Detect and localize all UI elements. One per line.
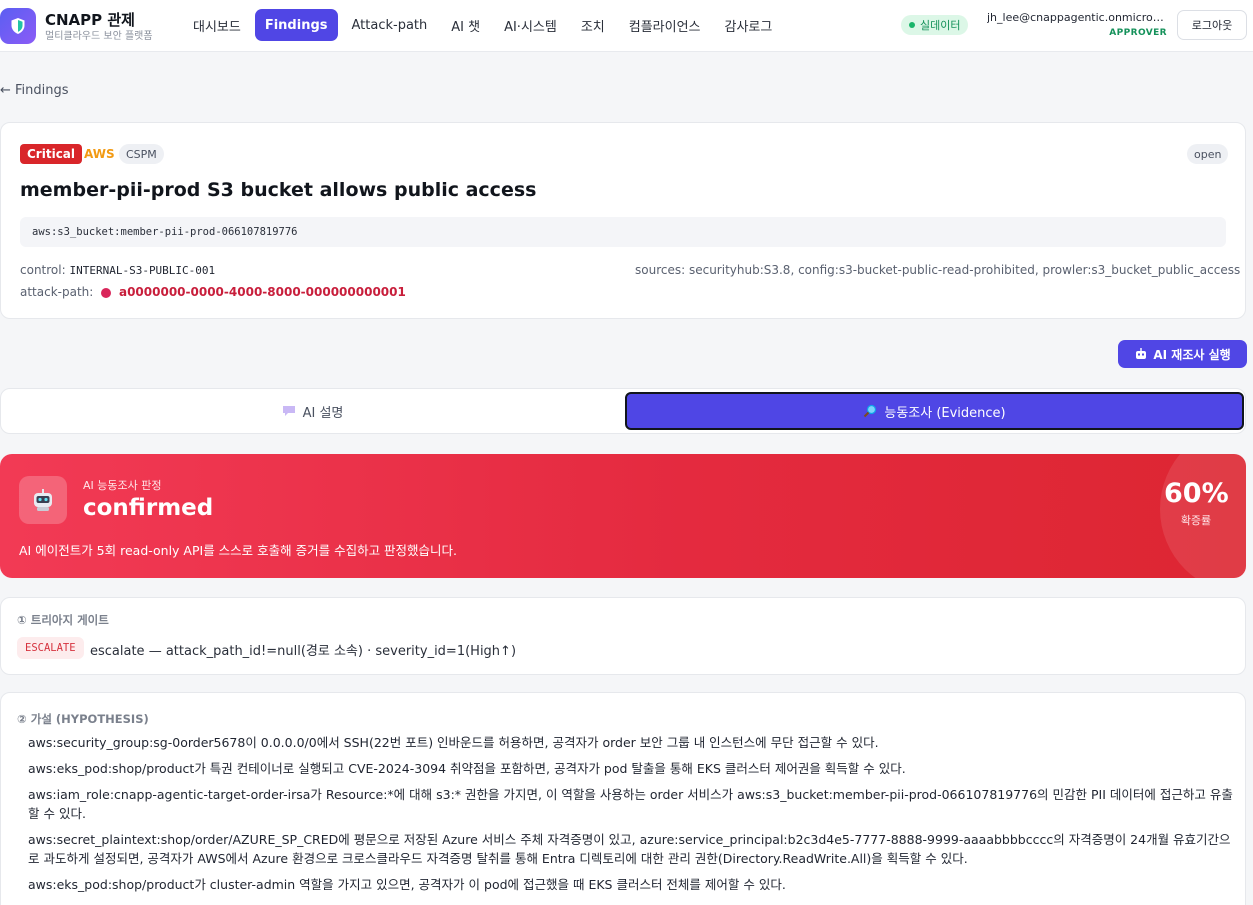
user-email: jh_lee@cnappagentic.onmicrosoft.com (987, 11, 1167, 24)
verdict-kicker: AI 능동조사 판정 (83, 479, 162, 492)
list-item: aws:security_group:sg-0order5678이 0.0.0.… (28, 735, 879, 750)
hypothesis-list: aws:security_group:sg-0order5678이 0.0.0.… (28, 733, 1233, 901)
live-data-badge: 실데이터 (901, 15, 969, 35)
tab-ai-explanation[interactable]: AI 설명 (4, 392, 621, 430)
attack-path-dot-icon (101, 287, 112, 298)
provider-badge: AWS (84, 147, 115, 161)
nav-remediation[interactable]: 조치 (571, 9, 615, 41)
triage-text: escalate — attack_path_id!=null(경로 소속) ·… (90, 644, 517, 659)
finding-summary-card: Critical AWS CSPM open member-pii-prod S… (0, 122, 1246, 319)
attack-path-row: attack-path: a0000000-0000-4000-8000-000… (20, 285, 406, 299)
nav-attack-path[interactable]: Attack-path (342, 9, 438, 41)
triage-gate-section: ① 트리아지 게이트 ESCALATE escalate — attack_pa… (0, 597, 1246, 675)
confidence-value: 60% (1164, 478, 1229, 509)
status-dot-icon (909, 22, 915, 28)
detail-tabs: AI 설명 능동조사 (Evidence) (0, 388, 1246, 434)
back-to-findings-link[interactable]: ← Findings (0, 83, 69, 98)
top-navigation-bar: CNAPP 관제 멀티클라우드 보안 플랫폼 대시보드 Findings Att… (0, 0, 1253, 52)
nav-ai-system[interactable]: AI·시스템 (494, 9, 567, 41)
control-label: control: (20, 263, 66, 277)
control-row: control: INTERNAL-S3-PUBLIC-001 (20, 263, 215, 277)
robot-icon (1136, 348, 1147, 359)
list-item: aws:eks_pod:shop/product가 특권 컨테이너로 실행되고 … (28, 761, 906, 776)
list-item: aws:secret_plaintext:shop/order/AZURE_SP… (28, 832, 1231, 866)
speech-bubble-icon (282, 406, 295, 416)
nav-ai-chat[interactable]: AI 챗 (441, 9, 490, 41)
confidence-label: 확증률 (1180, 514, 1212, 527)
robot-icon (19, 476, 67, 524)
verdict-banner: AI 능동조사 판정 confirmed AI 에이전트가 5회 read-on… (0, 454, 1246, 578)
magnifier-icon (864, 404, 877, 418)
live-data-label: 실데이터 (920, 19, 961, 32)
resource-identifier: aws:s3_bucket:member-pii-prod-0661078197… (20, 217, 1226, 247)
hypothesis-heading: ② 가설 (HYPOTHESIS) (17, 712, 149, 726)
ai-rerun-label: AI 재조사 실행 (1153, 347, 1231, 362)
nav-audit-log[interactable]: 감사로그 (715, 9, 783, 41)
sources-text: sources: securityhub:S3.8, config:s3-buc… (635, 263, 1241, 277)
tab-evidence[interactable]: 능동조사 (Evidence) (625, 392, 1244, 430)
ai-rerun-button[interactable]: AI 재조사 실행 (1118, 340, 1247, 368)
severity-badge: Critical (20, 144, 83, 164)
triage-heading: ① 트리아지 게이트 (17, 613, 109, 627)
shield-logo-icon[interactable] (0, 8, 36, 44)
nav-findings[interactable]: Findings (254, 9, 338, 41)
status-badge: open (1187, 144, 1229, 164)
control-value: INTERNAL-S3-PUBLIC-001 (69, 264, 216, 277)
verdict-value: confirmed (83, 495, 214, 521)
user-role-badge: APPROVER (1109, 28, 1167, 38)
main-nav: 대시보드 Findings Attack-path AI 챗 AI·시스템 조치… (183, 9, 782, 41)
logout-button[interactable]: 로그아웃 (1177, 10, 1247, 40)
hypothesis-section: ② 가설 (HYPOTHESIS) aws:security_group:sg-… (0, 692, 1246, 905)
brand-subtitle: 멀티클라우드 보안 플랫폼 (45, 31, 153, 42)
nav-dashboard[interactable]: 대시보드 (183, 9, 251, 41)
escalate-badge: ESCALATE (17, 637, 84, 659)
finding-title: member-pii-prod S3 bucket allows public … (20, 179, 537, 201)
attack-path-link[interactable]: a0000000-0000-4000-8000-000000000001 (119, 285, 406, 299)
tab-evidence-label: 능동조사 (Evidence) (884, 405, 1006, 421)
attack-path-label: attack-path: (20, 285, 94, 299)
tab-ai-explanation-label: AI 설명 (302, 405, 344, 421)
nav-compliance[interactable]: 컴플라이언스 (619, 9, 711, 41)
category-badge: CSPM (119, 144, 164, 164)
verdict-description: AI 에이전트가 5회 read-only API를 스스로 호출해 증거를 수… (19, 543, 458, 558)
list-item: aws:iam_role:cnapp-agentic-target-order-… (28, 787, 1233, 821)
list-item: aws:eks_pod:shop/product가 cluster-admin … (28, 877, 786, 892)
